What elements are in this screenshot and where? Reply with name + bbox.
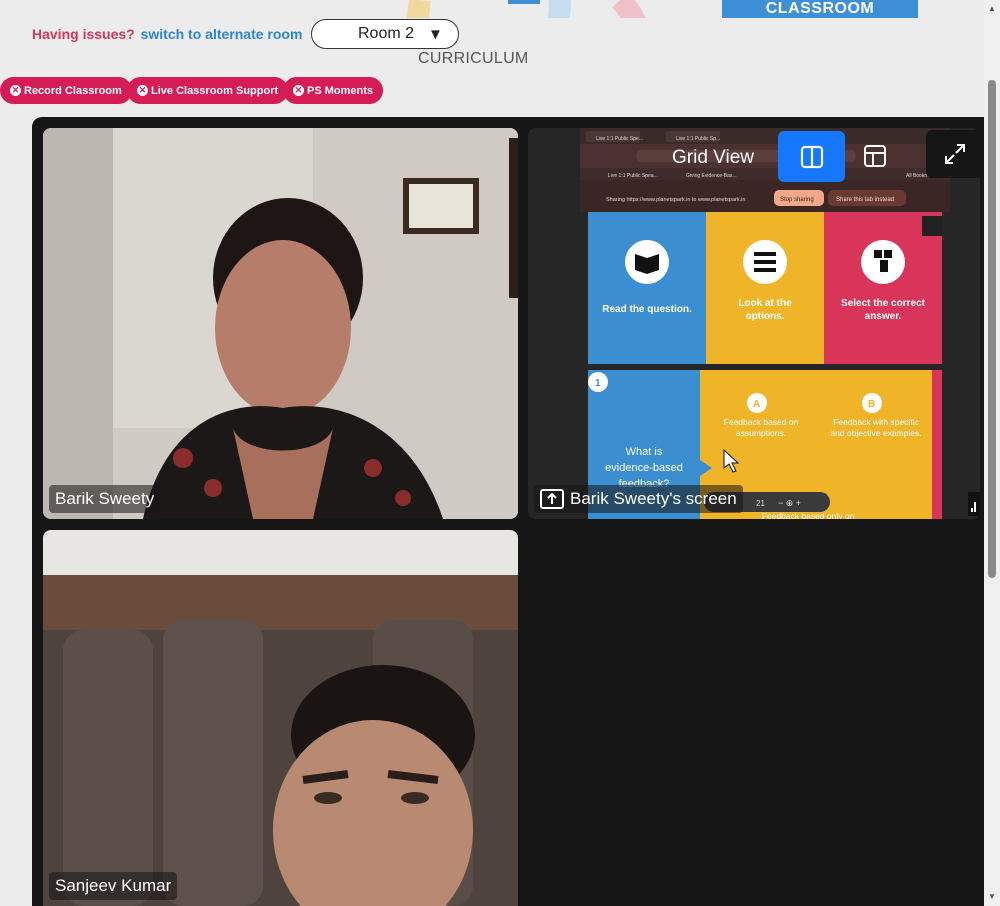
classroom-banner: CLASSROOM — [722, 0, 918, 20]
page-scrollbar[interactable]: ▲ ▼ — [984, 0, 1000, 906]
scrollbar-thumb[interactable] — [988, 80, 996, 578]
participant-tile[interactable]: Barik Sweety — [43, 128, 518, 519]
dropdown-arrow-icon: ▼ — [428, 25, 443, 43]
stop-sharing-button: Stop sharing — [780, 197, 814, 203]
screen-share-label: Barik Sweety's screen — [534, 485, 743, 513]
layout-button[interactable] — [852, 135, 898, 177]
question-number: 1 — [595, 378, 601, 389]
close-circle-icon: ✕ — [137, 85, 148, 96]
option-c-text: Feedback based only on — [762, 511, 855, 519]
option-a-letter: A — [753, 399, 760, 410]
screen-share-icon — [540, 489, 564, 509]
shared-screen-content: Live 1:1 Public Spe... Live 1:1 Public S… — [528, 128, 980, 519]
browser-tab-1: Live 1:1 Public Spe... — [596, 136, 643, 142]
ps-moments-label: PS Moments — [307, 84, 374, 97]
option-b-text: Feedback with specific — [833, 417, 919, 427]
live-support-button[interactable]: ✕ Live Classroom Support — [127, 77, 289, 104]
grid-view-label: Grid View — [672, 147, 755, 168]
layout-icon — [864, 145, 886, 167]
bookmark-tab: Live 1:1 Public Spea... — [608, 173, 658, 179]
option-b-letter: B — [868, 399, 875, 410]
question-text: What is — [626, 446, 663, 458]
participant-tile[interactable]: Sanjeev Kumar — [43, 530, 518, 906]
record-classroom-button[interactable]: ✕ Record Classroom — [0, 77, 132, 104]
switch-room-link[interactable]: switch to alternate room — [141, 26, 303, 42]
room-select-value: Room 2 — [358, 25, 415, 42]
expand-icon — [945, 144, 965, 164]
card-2-text: Look at the — [738, 298, 792, 309]
issue-prefix: Having issues? — [32, 26, 135, 42]
close-circle-icon: ✕ — [10, 85, 21, 96]
scroll-down-icon[interactable]: ▼ — [988, 892, 996, 901]
screen-share-tile[interactable]: Live 1:1 Public Spe... Live 1:1 Public S… — [528, 128, 980, 519]
zoom-controls: − ⊕ + — [778, 498, 801, 508]
question-text-line2: evidence-based — [605, 462, 683, 474]
share-notice: Sharing https://www.planetspark.in to ww… — [606, 197, 745, 203]
option-a-text-line2: assumptions. — [736, 428, 786, 438]
curriculum-title: CURRICULUM — [418, 50, 529, 67]
participant-video — [43, 530, 518, 906]
close-circle-icon: ✕ — [293, 85, 304, 96]
record-classroom-label: Record Classroom — [24, 84, 122, 97]
participant-name: Sanjeev Kumar — [49, 872, 178, 900]
bookmark-tab-2: Giving Evidence-Bas... — [686, 173, 737, 179]
card-2-text-line2: options. — [746, 311, 785, 322]
share-this-tab-button: Share this tab instead — [836, 197, 894, 203]
option-a-text: Feedback based on — [724, 417, 799, 427]
screen-share-name: Barik Sweety's screen — [570, 489, 737, 508]
card-3-text: Select the correct — [841, 298, 926, 309]
page-total: 21 — [756, 499, 765, 508]
scroll-up-icon[interactable]: ▲ — [988, 4, 996, 13]
split-view-button[interactable] — [778, 131, 845, 182]
participant-name: Barik Sweety — [49, 485, 161, 513]
browser-tab-2: Live 1:1 Public Sp... — [676, 136, 720, 142]
live-support-label: Live Classroom Support — [151, 84, 279, 97]
split-view-icon — [800, 145, 823, 168]
participant-video — [43, 128, 518, 519]
option-b-text-line2: and objective examples. — [830, 428, 921, 438]
ps-moments-button[interactable]: ✕ PS Moments — [283, 77, 384, 104]
room-select[interactable]: Room 2 ▼ — [311, 19, 459, 49]
issue-message: Having issues? switch to alternate room — [32, 26, 302, 42]
fullscreen-button[interactable] — [926, 130, 984, 178]
card-1-text: Read the question. — [602, 304, 692, 315]
card-3-text-line2: answer. — [865, 311, 902, 322]
